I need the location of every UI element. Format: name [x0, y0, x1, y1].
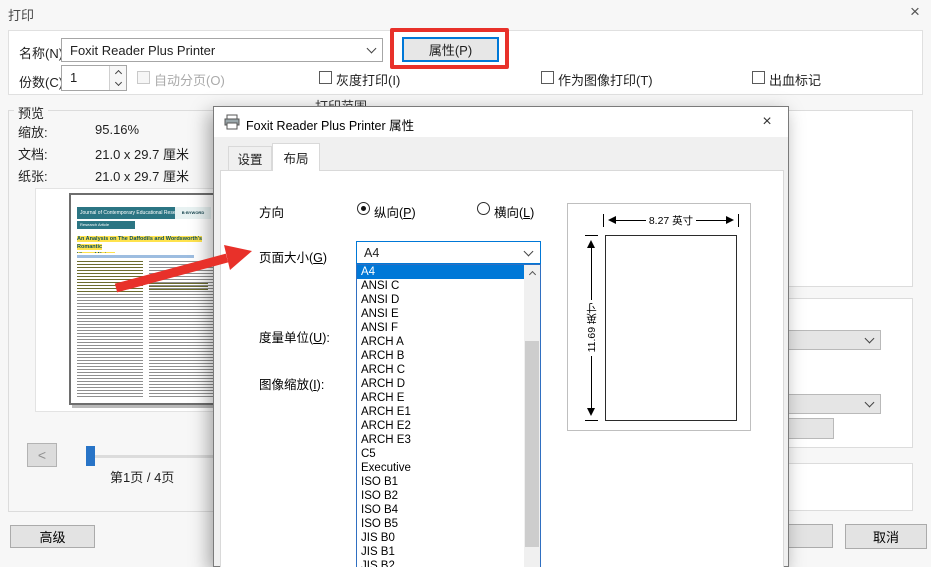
thumbnail-subband: Research Article: [77, 221, 135, 229]
collate-checkbox: [137, 71, 150, 84]
page-size-select[interactable]: A4: [356, 241, 541, 264]
tab-settings[interactable]: 设置: [228, 146, 272, 170]
print-dialog-window: 打印 × 名称(N): Foxit Reader Plus Printer 属性…: [0, 0, 931, 567]
page-slider-thumb[interactable]: [86, 446, 95, 466]
page-size-preview-page: [605, 235, 737, 421]
document-thumbnail: Journal of Contemporary Educational Rese…: [69, 193, 219, 405]
thumbnail-logo: B·BYWORD: [175, 207, 211, 219]
cancel-button[interactable]: 取消: [845, 524, 927, 549]
window-close-icon[interactable]: ×: [903, 1, 927, 23]
printer-select-value: Foxit Reader Plus Printer: [70, 43, 215, 58]
thumbnail-journal-band: Journal of Contemporary Educational Rese…: [77, 207, 211, 219]
image-zoom-label: 图像缩放(I):: [259, 374, 324, 393]
page-size-option[interactable]: ARCH B: [357, 349, 525, 363]
page-size-option[interactable]: ANSI D: [357, 293, 525, 307]
page-size-option[interactable]: ISO B4: [357, 503, 525, 517]
page-size-option[interactable]: ARCH E3: [357, 433, 525, 447]
page-size-option[interactable]: C5: [357, 447, 525, 461]
measure-unit-label: 度量单位(U):: [259, 327, 330, 346]
landscape-radio-label[interactable]: 横向(L): [494, 202, 534, 221]
page-size-option[interactable]: A4: [357, 265, 525, 279]
copies-stepper[interactable]: 1: [61, 65, 127, 91]
orientation-label: 方向: [259, 202, 284, 221]
zoom-value: 95.16%: [95, 122, 139, 137]
landscape-radio[interactable]: [477, 202, 490, 215]
height-dimension-label: 11.69 英寸: [584, 300, 599, 355]
red-highlight-box: [390, 28, 509, 69]
thumbnail-title: An Analysis on The Daffodils and Wordswo…: [77, 235, 213, 253]
spin-down-icon[interactable]: [110, 78, 126, 90]
dialog-close-icon[interactable]: ×: [756, 111, 778, 133]
dialog-titlebar: Foxit Reader Plus Printer 属性 ×: [214, 107, 788, 137]
printer-icon: [224, 114, 240, 130]
advanced-button[interactable]: 高级: [10, 525, 95, 548]
page-size-option[interactable]: ANSI E: [357, 307, 525, 321]
thumbnail-left-column: [77, 261, 143, 399]
copies-label: 份数(C):: [19, 72, 67, 91]
printer-properties-dialog: Foxit Reader Plus Printer 属性 × 设置 布局 方向 …: [213, 106, 789, 567]
bleed-marks-checkbox[interactable]: [752, 71, 765, 84]
page-size-option[interactable]: ARCH C: [357, 363, 525, 377]
scroll-up-icon[interactable]: [524, 265, 540, 280]
bleed-marks-label: 出血标记: [769, 70, 821, 89]
thumbnail-author-line: [77, 255, 194, 258]
print-as-image-label: 作为图像打印(T): [558, 70, 653, 89]
print-as-image-checkbox[interactable]: [541, 71, 554, 84]
page-size-option[interactable]: ARCH D: [357, 377, 525, 391]
page-size-value: A4: [364, 246, 379, 260]
dropdown-scrollbar[interactable]: [524, 265, 540, 567]
collate-label: 自动分页(O): [154, 70, 225, 89]
page-size-option[interactable]: ARCH E: [357, 391, 525, 405]
page-size-option[interactable]: JIS B2: [357, 559, 525, 567]
page-size-option[interactable]: ISO B2: [357, 489, 525, 503]
page-indicator: 第1页 / 4页: [110, 467, 174, 486]
page-size-preview: 8.27 英寸 11.69 英寸: [567, 203, 751, 431]
spin-up-icon[interactable]: [110, 66, 126, 78]
tab-layout[interactable]: 布局: [272, 143, 320, 171]
page-size-option[interactable]: ANSI F: [357, 321, 525, 335]
paper-size-value: 21.0 x 29.7 厘米: [95, 166, 189, 185]
copies-value: 1: [70, 70, 77, 85]
grayscale-label: 灰度打印(I): [336, 70, 400, 89]
page-size-option[interactable]: Executive: [357, 461, 525, 475]
page-size-option[interactable]: JIS B1: [357, 545, 525, 559]
page-size-option[interactable]: ARCH A: [357, 335, 525, 349]
printer-select[interactable]: Foxit Reader Plus Printer: [61, 38, 383, 62]
chevron-down-icon: [367, 44, 377, 54]
chevron-down-icon: [524, 246, 534, 256]
printer-name-label: 名称(N):: [19, 43, 67, 62]
grayscale-checkbox[interactable]: [319, 71, 332, 84]
document-size-label: 文档:: [18, 144, 48, 163]
paper-size-label: 纸张:: [18, 166, 48, 185]
page-size-dropdown-list[interactable]: A4ANSI CANSI DANSI EANSI FARCH AARCH BAR…: [356, 264, 541, 567]
page-size-label: 页面大小(G): [259, 247, 327, 266]
document-size-value: 21.0 x 29.7 厘米: [95, 144, 189, 163]
previous-page-button[interactable]: <: [27, 443, 57, 467]
page-size-option[interactable]: ARCH E2: [357, 419, 525, 433]
page-size-option[interactable]: ANSI C: [357, 279, 525, 293]
thumbnail-right-column: [149, 261, 215, 399]
page-size-option[interactable]: ARCH E1: [357, 405, 525, 419]
portrait-radio[interactable]: [357, 202, 370, 215]
height-dimension-arrow: 11.69 英寸: [584, 235, 598, 421]
page-size-option[interactable]: JIS B0: [357, 531, 525, 545]
window-title: 打印: [8, 5, 34, 24]
preview-group-legend: 预览: [14, 103, 48, 122]
scrollbar-thumb[interactable]: [525, 341, 539, 547]
portrait-radio-label[interactable]: 纵向(P): [374, 202, 416, 221]
dialog-title: Foxit Reader Plus Printer 属性: [246, 115, 414, 134]
page-size-option[interactable]: ISO B1: [357, 475, 525, 489]
width-dimension-arrow: 8.27 英寸: [603, 213, 739, 227]
zoom-label: 缩放:: [18, 122, 48, 141]
copies-spinner[interactable]: [109, 66, 126, 90]
width-dimension-label: 8.27 英寸: [646, 213, 696, 228]
page-size-option[interactable]: ISO B5: [357, 517, 525, 531]
